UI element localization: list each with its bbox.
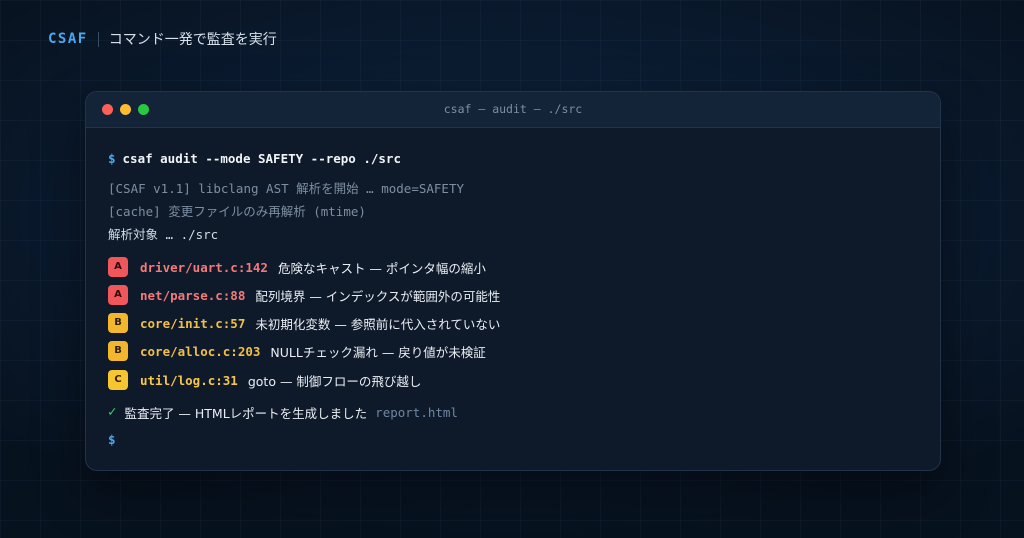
finding-message: NULLチェック漏れ — 戻り値が未検証 (270, 344, 486, 360)
finding-row: B core/init.c:57 未初期化変数 — 参照前に代入されていない (108, 313, 501, 333)
finding-row: A driver/uart.c:142 危険なキャスト — ポインタ幅の縮小 (108, 257, 486, 277)
prompt-line[interactable]: $ (108, 430, 123, 448)
severity-badge: B (108, 341, 128, 361)
finding-message: 未初期化変数 — 参照前に代入されていない (255, 316, 501, 332)
check-icon: ✓ (108, 404, 117, 420)
terminal-titlebar[interactable]: csaf — audit — ./src (86, 92, 940, 128)
severity-badge: A (108, 257, 128, 277)
severity-badge: B (108, 313, 128, 333)
command-text: csaf audit --mode SAFETY --repo ./src (122, 150, 401, 166)
finding-message: goto — 制御フローの飛び越し (247, 373, 422, 389)
finding-location: util/log.c:31 (140, 372, 238, 388)
finding-row: B core/alloc.c:203 NULLチェック漏れ — 戻り値が未検証 (108, 341, 486, 361)
page-header: CSAF コマンド一発で監査を実行 (48, 30, 277, 48)
finding-location: core/init.c:57 (140, 315, 246, 331)
target-line: 解析対象 … ./src (108, 226, 219, 242)
finding-row: A net/parse.c:88 配列境界 — インデックスが範囲外の可能性 (108, 285, 501, 305)
finding-message: 危険なキャスト — ポインタ幅の縮小 (277, 260, 486, 276)
severity-badge: C (108, 370, 128, 390)
completion-line: ✓ 監査完了 — HTMLレポートを生成しました report.html (108, 403, 458, 421)
command-line: $ csaf audit --mode SAFETY --repo ./src (108, 149, 401, 167)
finding-location: driver/uart.c:142 (140, 259, 268, 275)
header-divider (97, 31, 99, 47)
prompt-symbol: $ (108, 150, 116, 166)
terminal-window[interactable]: csaf — audit — ./src $ csaf audit --mode… (85, 91, 941, 471)
report-file-link[interactable]: report.html (375, 405, 458, 420)
finding-row: C util/log.c:31 goto — 制御フローの飛び越し (108, 370, 422, 390)
log-line: [cache] 変更ファイルのみ再解析 (mtime) (108, 203, 366, 219)
prompt-symbol: $ (108, 431, 116, 447)
terminal-title: csaf — audit — ./src (443, 102, 583, 116)
finding-message: 配列境界 — インデックスが範囲外の可能性 (255, 288, 501, 304)
finding-location: core/alloc.c:203 (140, 343, 261, 359)
brand-logo: CSAF (48, 31, 88, 47)
tagline: コマンド一発で監査を実行 (108, 32, 277, 48)
finding-location: net/parse.c:88 (140, 287, 246, 303)
log-line: [CSAF v1.1] libclang AST 解析を開始 … mode=SA… (108, 180, 464, 196)
severity-badge: A (108, 285, 128, 305)
completion-message: 監査完了 — HTMLレポートを生成しました (124, 405, 368, 421)
